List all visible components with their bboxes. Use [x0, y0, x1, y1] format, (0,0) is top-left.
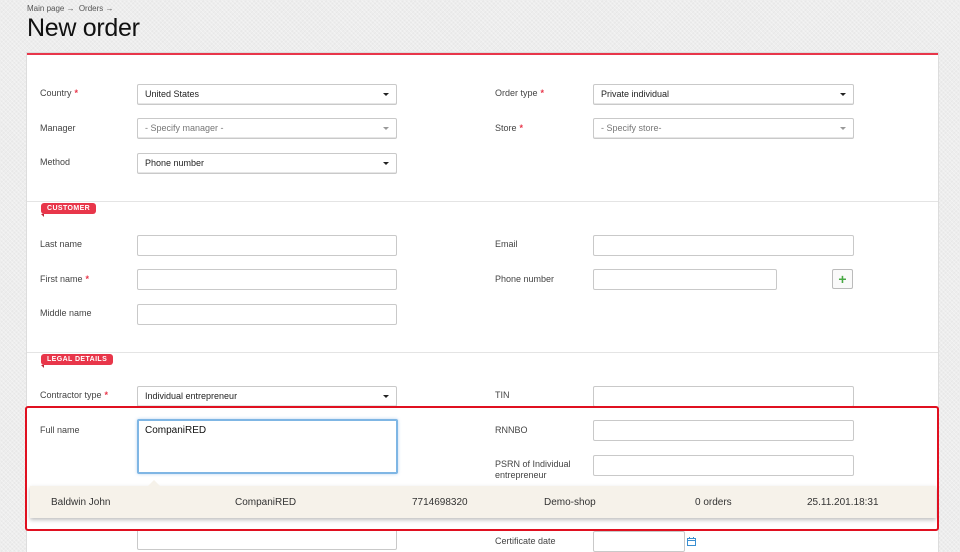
psrn-label: PSRN of Individual entrepreneur	[495, 459, 571, 480]
method-select[interactable]: Phone number	[137, 153, 397, 174]
email-input[interactable]	[593, 235, 854, 256]
chevron-down-icon	[840, 93, 846, 96]
manager-select-placeholder: - Specify manager -	[145, 123, 224, 133]
email-label: Email	[495, 239, 518, 249]
last-name-input[interactable]	[137, 235, 397, 256]
suggestion-name: Baldwin John	[51, 497, 111, 508]
required-mark: *	[540, 88, 545, 98]
last-name-label: Last name	[40, 239, 83, 249]
store-label: Store *	[495, 123, 524, 133]
chevron-down-icon	[383, 93, 389, 96]
phone-number-label: Phone number	[495, 274, 555, 284]
suggestion-shop: Demo-shop	[544, 497, 596, 508]
first-name-input[interactable]	[137, 269, 397, 290]
order-type-select[interactable]: Private individual	[593, 84, 854, 105]
order-type-select-value: Private individual	[601, 89, 670, 99]
required-mark: *	[85, 274, 90, 284]
dropdown-pointer	[148, 480, 160, 486]
breadcrumb: Main page → Orders →	[27, 4, 116, 13]
contractor-type-label: Contractor type *	[40, 390, 109, 400]
middle-name-input[interactable]	[137, 304, 397, 325]
full-name-label: Full name	[40, 425, 80, 435]
page-title: New order	[27, 14, 140, 42]
tin-label: TIN	[495, 390, 510, 400]
required-mark: *	[74, 88, 79, 98]
manager-label: Manager	[40, 123, 76, 133]
middle-name-label: Middle name	[40, 308, 92, 318]
phone-number-input[interactable]	[593, 269, 777, 290]
method-select-value: Phone number	[145, 158, 205, 168]
section-divider	[27, 352, 938, 353]
required-mark: *	[519, 123, 524, 133]
store-select[interactable]: - Specify store-	[593, 118, 854, 139]
certificate-date-input[interactable]	[593, 531, 685, 552]
legal-details-section-tag: LEGAL DETAILS	[41, 354, 114, 368]
chevron-down-icon	[383, 127, 389, 130]
contractor-type-select[interactable]: Individual entrepreneur	[137, 386, 397, 407]
order-form-panel: Country * United States Manager - Specify…	[27, 53, 938, 552]
add-phone-button[interactable]: +	[832, 269, 853, 289]
extra-legal-input[interactable]	[137, 529, 397, 550]
plus-icon: +	[838, 271, 847, 287]
calendar-icon[interactable]	[687, 537, 696, 546]
order-type-label: Order type *	[495, 88, 545, 98]
section-divider	[27, 201, 938, 202]
contractor-type-select-value: Individual entrepreneur	[145, 391, 238, 401]
store-select-placeholder: - Specify store-	[601, 123, 662, 133]
manager-select[interactable]: - Specify manager -	[137, 118, 397, 139]
rnnbo-input[interactable]	[593, 420, 854, 441]
rnnbo-label: RNNBO	[495, 425, 528, 435]
chevron-down-icon	[383, 395, 389, 398]
full-name-textarea[interactable]: CompaniRED	[137, 419, 398, 474]
customer-section-tag: CUSTOMER	[41, 203, 97, 217]
required-mark: *	[104, 390, 109, 400]
tin-input[interactable]	[593, 386, 854, 407]
first-name-label: First name *	[40, 274, 90, 284]
breadcrumb-main-page[interactable]: Main page →	[27, 4, 75, 13]
chevron-down-icon	[383, 162, 389, 165]
country-select-value: United States	[145, 89, 200, 99]
country-label: Country *	[40, 88, 79, 98]
certificate-date-label: Certificate date	[495, 536, 556, 546]
suggestion-date: 25.11.201.18:31	[807, 497, 879, 508]
autocomplete-suggestion-row[interactable]: Baldwin John CompaniRED 7714698320 Demo-…	[30, 480, 936, 518]
suggestion-company: CompaniRED	[235, 497, 297, 508]
chevron-down-icon	[840, 127, 846, 130]
method-label: Method	[40, 157, 71, 167]
breadcrumb-orders[interactable]: Orders →	[79, 4, 114, 13]
suggestion-orders: 0 orders	[695, 497, 732, 508]
suggestion-number: 7714698320	[412, 497, 468, 508]
country-select[interactable]: United States	[137, 84, 397, 105]
psrn-input[interactable]	[593, 455, 854, 476]
